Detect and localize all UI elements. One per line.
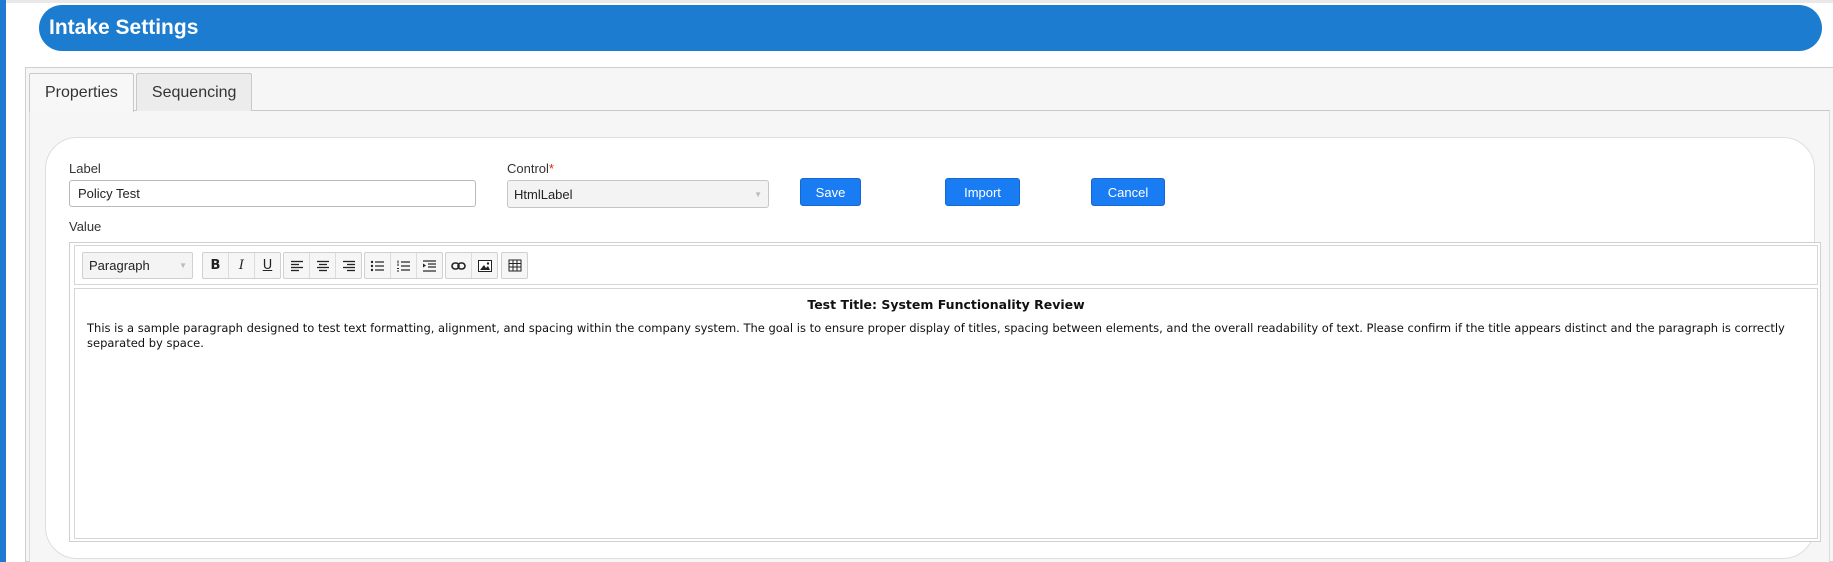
tab-sequencing[interactable]: Sequencing (135, 73, 253, 111)
top-divider (6, 0, 1833, 3)
link-icon[interactable] (446, 253, 472, 278)
insert-group (445, 252, 498, 279)
bulleted-list-icon[interactable] (365, 253, 391, 278)
table-group (501, 252, 528, 279)
import-button[interactable]: Import (945, 178, 1020, 206)
tab-bar: Properties Sequencing (29, 73, 254, 112)
document-title: Test Title: System Functionality Review (807, 297, 1085, 312)
list-group (364, 252, 443, 279)
editor-toolbar: Paragraph ▼ B I U (74, 245, 1818, 285)
indent-icon[interactable] (417, 253, 442, 278)
align-left-icon[interactable] (284, 253, 310, 278)
save-button[interactable]: Save (800, 178, 861, 206)
label-field-label: Label (69, 161, 101, 176)
cancel-button[interactable]: Cancel (1091, 178, 1165, 206)
numbered-list-icon[interactable] (391, 253, 417, 278)
page-title: Intake Settings (49, 16, 199, 39)
table-icon[interactable] (502, 253, 527, 278)
page-header: Intake Settings (39, 5, 1822, 51)
alignment-group (283, 252, 362, 279)
control-select[interactable]: HtmlLabel ▼ (507, 180, 769, 208)
chevron-down-icon: ▼ (179, 261, 187, 270)
control-select-value: HtmlLabel (514, 186, 573, 202)
align-right-icon[interactable] (336, 253, 361, 278)
image-icon[interactable] (472, 253, 497, 278)
label-input-value: Policy Test (78, 186, 140, 201)
italic-icon[interactable]: I (229, 253, 255, 278)
document-paragraph: This is a sample paragraph designed to t… (87, 321, 1785, 350)
left-accent-strip (0, 0, 6, 562)
required-marker: * (548, 161, 554, 176)
bold-icon[interactable]: B (203, 253, 229, 278)
rich-text-editor: Paragraph ▼ B I U Test Title: System Fun… (69, 242, 1821, 542)
format-select-value: Paragraph (89, 258, 150, 273)
align-center-icon[interactable] (310, 253, 336, 278)
control-field-label: Control* (507, 161, 554, 176)
underline-icon[interactable]: U (255, 253, 280, 278)
control-field-label-text: Control (507, 161, 549, 176)
label-input[interactable]: Policy Test (69, 180, 476, 207)
paragraph-format-select[interactable]: Paragraph ▼ (82, 252, 193, 279)
tab-properties[interactable]: Properties (29, 73, 134, 112)
text-style-group: B I U (202, 252, 281, 279)
chevron-down-icon: ▼ (754, 189, 762, 199)
value-field-label: Value (69, 219, 102, 234)
editor-content-area[interactable]: Test Title: System Functionality Review … (74, 288, 1818, 539)
